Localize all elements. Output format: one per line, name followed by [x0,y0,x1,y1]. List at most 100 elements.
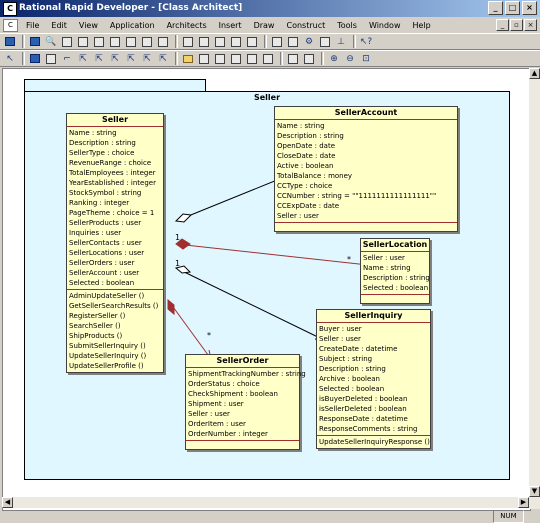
attribute[interactable]: Inquiries : user [69,228,161,238]
text-icon[interactable] [197,52,211,66]
tree-icon[interactable]: ⊥ [334,35,348,49]
menu-file[interactable]: File [20,21,45,30]
scroll-down-icon[interactable]: ▼ [529,486,540,497]
composition-icon[interactable]: ⇱ [108,52,122,66]
attribute[interactable]: PageTheme : choice = 1 [69,208,161,218]
attribute[interactable]: Description : string [69,138,161,148]
attribute[interactable]: CCNumber : string = ""1111111111111111"" [277,191,455,201]
table-icon[interactable] [76,35,90,49]
minimize-button[interactable]: _ [488,1,503,15]
form-icon[interactable] [92,35,106,49]
attribute[interactable]: SellerProducts : user [69,218,161,228]
layout-icon[interactable] [181,35,195,49]
attribute[interactable]: OrderItem : user [188,419,297,429]
operation[interactable]: SearchSeller () [69,321,161,331]
class-seller[interactable]: Seller Name : string Description : strin… [66,113,164,373]
class-sellerlocation[interactable]: SellerLocation Seller : user Name : stri… [360,238,430,304]
document-icon[interactable]: C [3,18,18,32]
attribute[interactable]: SellerAccount : user [69,268,161,278]
menu-window[interactable]: Window [363,21,407,30]
doc-minimize-button[interactable]: _ [496,19,509,31]
attribute[interactable]: OrderStatus : choice [188,379,297,389]
paste-icon[interactable] [229,35,243,49]
attribute[interactable]: Description : string [363,273,430,283]
realization-icon[interactable]: ⇱ [140,52,154,66]
zoom-fit-icon[interactable]: ⊡ [359,52,373,66]
association-icon[interactable]: ⇱ [76,52,90,66]
horizontal-scrollbar[interactable]: ◀ ▶ [2,497,529,508]
attribute[interactable]: Description : string [277,131,455,141]
attribute[interactable]: CreateDate : datetime [319,344,428,354]
arrange-icon[interactable] [245,52,259,66]
attribute[interactable]: Seller : user [319,334,428,344]
menu-application[interactable]: Application [104,21,161,30]
note-icon[interactable] [213,52,227,66]
close-button[interactable]: × [522,1,537,15]
attribute[interactable]: Selected : boolean [363,283,428,293]
attribute[interactable]: Buyer : user [319,324,428,334]
doc-restore-button[interactable]: ▫ [510,19,523,31]
attribute[interactable]: OpenDate : date [277,141,455,151]
operation[interactable]: AdminUpdateSeller () [69,291,161,301]
operation[interactable]: GetSellerSearchResults () [69,301,161,311]
attribute[interactable]: SellerContacts : user [69,238,161,248]
operation[interactable]: RegisterSeller () [69,311,161,321]
attribute[interactable]: Seller : user [277,211,455,221]
search-icon[interactable]: 🔍 [44,35,58,49]
doc-close-button[interactable]: × [524,19,537,31]
generalization-icon[interactable]: ⌐ [60,52,74,66]
attribute[interactable]: CheckShipment : boolean [188,389,297,399]
attribute[interactable]: RevenueRange : choice [69,158,161,168]
save-icon[interactable] [3,35,17,49]
settings-icon[interactable]: ⚙ [302,35,316,49]
select-arrow-icon[interactable]: ↖ [3,52,17,66]
calendar-icon[interactable] [286,35,300,49]
attribute[interactable]: StockSymbol : string [69,188,161,198]
help-pointer-icon[interactable]: ↖? [359,35,373,49]
attribute[interactable]: CCExpDate : date [277,201,455,211]
folder-icon[interactable] [181,52,195,66]
assoc-inquiry-line[interactable] [175,267,325,341]
show-grid-icon[interactable] [286,52,300,66]
attribute[interactable]: Selected : boolean [69,278,161,288]
menu-tools[interactable]: Tools [331,21,363,30]
attribute[interactable]: CCType : choice [277,181,455,191]
page-icon[interactable] [140,35,154,49]
attribute[interactable]: Seller : user [363,253,427,263]
operation[interactable]: UpdateSellerInquiryResponse () [319,437,430,447]
attribute[interactable]: Active : boolean [277,161,455,171]
menu-edit[interactable]: Edit [45,21,73,30]
attribute[interactable]: ResponseComments : string [319,424,428,434]
attribute[interactable]: SellerOrders : user [69,258,161,268]
menu-help[interactable]: Help [407,21,437,30]
list-icon[interactable] [108,35,122,49]
aggregation-icon[interactable]: ⇱ [92,52,106,66]
menu-insert[interactable]: Insert [213,21,248,30]
attribute[interactable]: Archive : boolean [319,374,428,384]
layers-icon[interactable] [261,52,275,66]
attribute[interactable]: Seller : user [188,409,297,419]
attribute[interactable]: TotalEmployees : integer [69,168,161,178]
dependency-icon[interactable]: ⇱ [124,52,138,66]
menu-architects[interactable]: Architects [161,21,213,30]
copy-icon[interactable] [213,35,227,49]
operation[interactable]: UpdateSellerProfile () [69,361,161,371]
snap-icon[interactable] [302,52,316,66]
menu-view[interactable]: View [73,21,104,30]
duplicate-icon[interactable] [245,35,259,49]
operation[interactable]: UpdateSellerInquiry () [69,351,161,361]
diagram-canvas[interactable]: Seller 1 1 * 1 1 * Seller Name : string … [2,68,531,511]
zoom-out-icon[interactable]: ⊖ [343,52,357,66]
operation[interactable]: SubmitSellerInquiry () [69,341,161,351]
class-selleraccount[interactable]: SellerAccount Name : string Description … [274,106,458,232]
zoom-in-icon[interactable]: ⊕ [327,52,341,66]
assoc-location-line[interactable] [175,243,369,266]
attribute[interactable]: YearEstablished : integer [69,178,161,188]
component-icon[interactable] [124,35,138,49]
class-sellerorder[interactable]: SellerOrder ShipmentTrackingNumber : str… [185,354,306,450]
attribute[interactable]: CloseDate : date [277,151,455,161]
attribute[interactable]: SellerType : choice [69,148,161,158]
attribute[interactable]: OrderNumber : integer [188,429,297,439]
class-icon[interactable] [28,52,42,66]
grid-icon[interactable] [60,35,74,49]
